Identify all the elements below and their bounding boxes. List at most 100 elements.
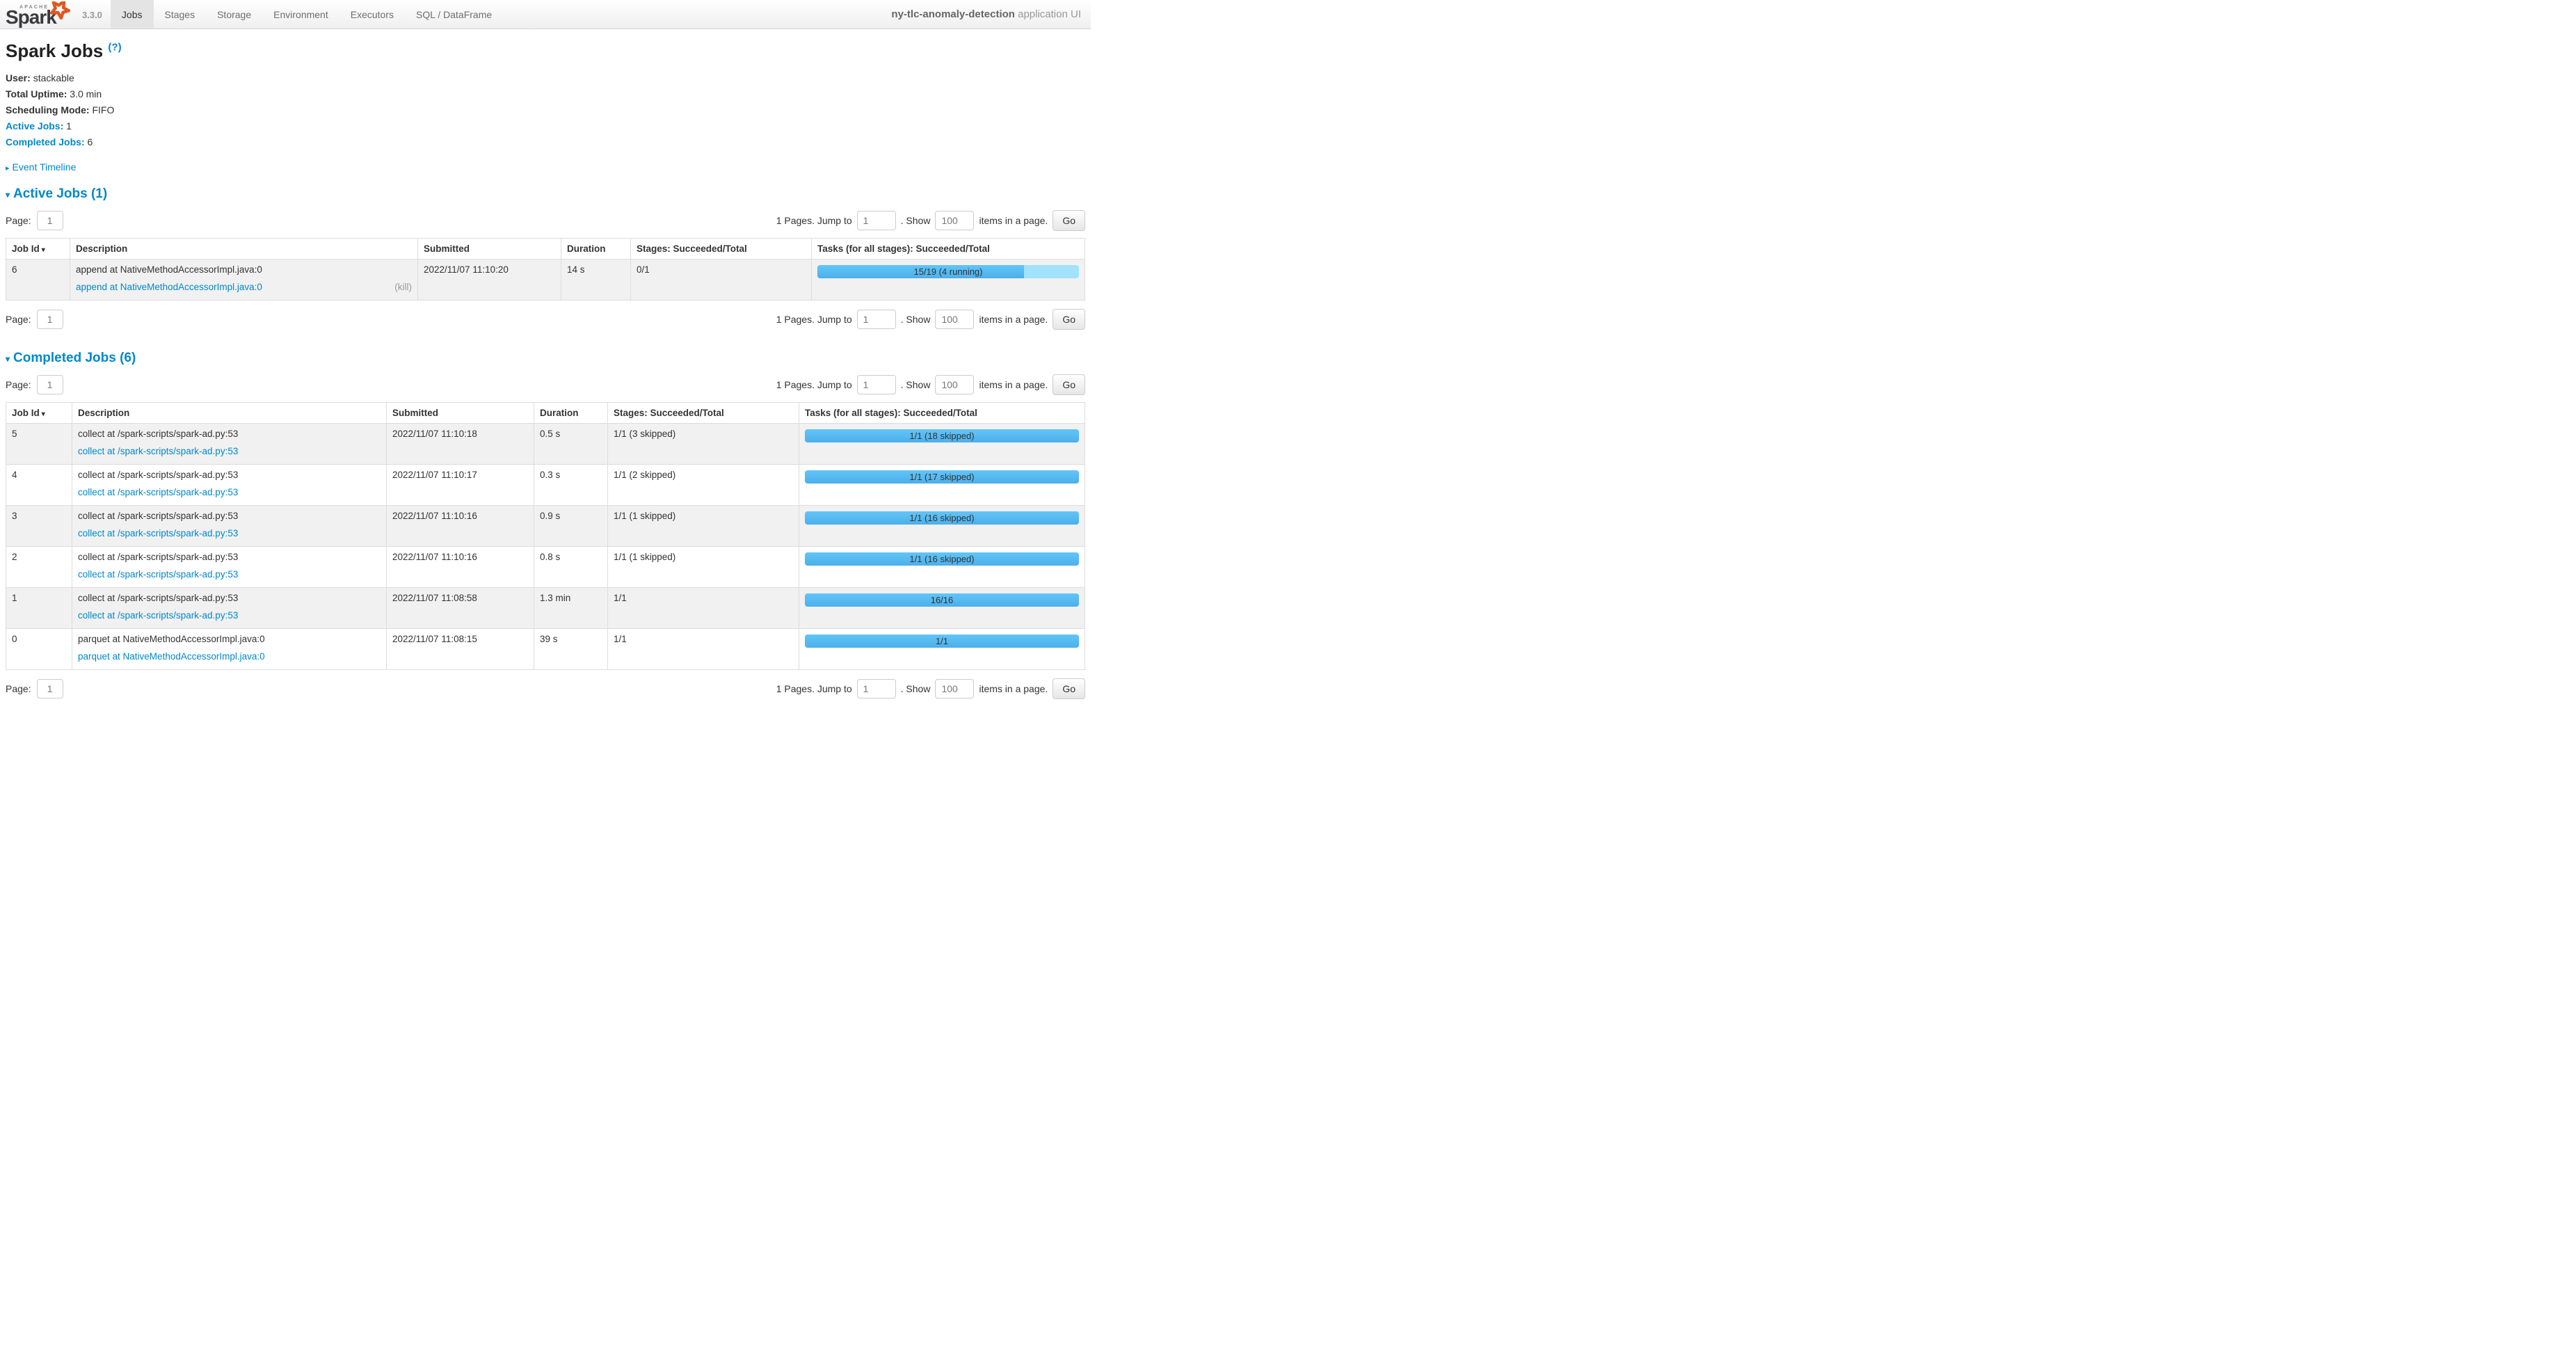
job-detail-link[interactable]: append at NativeMethodAccessorImpl.java:… (76, 282, 262, 292)
column-header-tasks[interactable]: Tasks (for all stages): Succeeded/Total (799, 402, 1085, 423)
items-per-page-input[interactable] (935, 679, 974, 699)
summary-uptime: Total Uptime: 3.0 min (6, 86, 1085, 102)
page-number-input[interactable] (37, 310, 63, 329)
submitted-cell: 2022/11/07 11:08:58 (387, 587, 534, 628)
job-id-cell: 6 (6, 259, 70, 300)
duration-cell: 0.3 s (534, 464, 608, 505)
tasks-progress-label: 15/19 (4 running) (817, 265, 1079, 278)
summary-scheduling-mode: Scheduling Mode: FIFO (6, 102, 1085, 118)
jump-to-input[interactable] (857, 679, 896, 699)
column-header-duration[interactable]: Duration (561, 238, 631, 259)
submitted-cell: 2022/11/07 11:10:16 (387, 505, 534, 546)
job-detail-link[interactable]: collect at /spark-scripts/spark-ad.py:53 (78, 446, 238, 456)
job-detail-link[interactable]: parquet at NativeMethodAccessorImpl.java… (78, 651, 265, 662)
tab-stages[interactable]: Stages (154, 0, 207, 29)
table-row: 6 append at NativeMethodAccessorImpl.jav… (6, 259, 1085, 300)
table-row: 4 collect at /spark-scripts/spark-ad.py:… (6, 464, 1085, 505)
page-title: Spark Jobs (?) (6, 40, 1085, 62)
page-number-input[interactable] (37, 211, 63, 230)
column-header-duration[interactable]: Duration (534, 402, 608, 423)
column-header-description[interactable]: Description (72, 402, 387, 423)
tab-jobs[interactable]: Jobs (111, 0, 154, 29)
stages-cell: 1/1 (1 skipped) (608, 546, 799, 587)
tasks-progress-bar: 1/1 (805, 634, 1079, 648)
active-jobs-link[interactable]: Active Jobs: (6, 120, 63, 131)
column-header-description[interactable]: Description (70, 238, 418, 259)
summary-active-jobs: Active Jobs: 1 (6, 118, 1085, 134)
spark-logo[interactable]: APACHE Spark (0, 0, 79, 29)
tasks-progress-label: 1/1 (18 skipped) (805, 429, 1079, 442)
page-number-input[interactable] (37, 375, 63, 394)
show-text: . Show (901, 379, 931, 390)
column-header-stages[interactable]: Stages: Succeeded/Total (631, 238, 812, 259)
job-detail-link[interactable]: collect at /spark-scripts/spark-ad.py:53 (78, 487, 238, 497)
duration-cell: 0.9 s (534, 505, 608, 546)
tasks-cell: 15/19 (4 running) (812, 259, 1085, 300)
table-row: 0 parquet at NativeMethodAccessorImpl.ja… (6, 628, 1085, 669)
tab-environment[interactable]: Environment (262, 0, 339, 29)
go-button[interactable]: Go (1053, 210, 1085, 231)
kill-link[interactable]: (kill) (394, 282, 412, 292)
description-cell: collect at /spark-scripts/spark-ad.py:53… (72, 587, 387, 628)
tasks-progress-label: 1/1 (16 skipped) (805, 552, 1079, 566)
description-cell: collect at /spark-scripts/spark-ad.py:53… (72, 464, 387, 505)
column-header-submitted[interactable]: Submitted (418, 238, 561, 259)
go-button[interactable]: Go (1053, 678, 1085, 699)
column-header-stages[interactable]: Stages: Succeeded/Total (608, 402, 799, 423)
job-detail-link[interactable]: collect at /spark-scripts/spark-ad.py:53 (78, 610, 238, 621)
completed-jobs-section-header[interactable]: ▾Completed Jobs (6) (6, 351, 136, 366)
jump-to-input[interactable] (857, 211, 896, 230)
page-number-input[interactable] (37, 679, 63, 699)
tasks-progress-bar: 1/1 (18 skipped) (805, 429, 1079, 442)
pages-jump-text: 1 Pages. Jump to (776, 215, 852, 226)
tasks-progress-bar: 1/1 (16 skipped) (805, 552, 1079, 566)
job-detail-link[interactable]: collect at /spark-scripts/spark-ad.py:53 (78, 569, 238, 580)
tab-executors[interactable]: Executors (339, 0, 405, 29)
event-timeline-toggle[interactable]: ▸Event Timeline (6, 161, 1085, 173)
job-summary: User: stackable Total Uptime: 3.0 min Sc… (6, 70, 1085, 150)
job-description: collect at /spark-scripts/spark-ad.py:53 (78, 552, 381, 562)
tab-storage[interactable]: Storage (206, 0, 262, 29)
sort-desc-icon: ▾ (42, 246, 45, 254)
items-per-page-input[interactable] (935, 375, 974, 394)
active-jobs-section-header[interactable]: ▾Active Jobs (1) (6, 186, 107, 202)
column-header-submitted[interactable]: Submitted (387, 402, 534, 423)
column-header-tasks[interactable]: Tasks (for all stages): Succeeded/Total (812, 238, 1085, 259)
nav-tabs: Jobs Stages Storage Environment Executor… (111, 0, 503, 29)
description-cell: collect at /spark-scripts/spark-ad.py:53… (72, 423, 387, 464)
pages-jump-text: 1 Pages. Jump to (776, 379, 852, 390)
items-text: items in a page. (979, 379, 1048, 390)
tasks-cell: 1/1 (18 skipped) (799, 423, 1085, 464)
job-description: append at NativeMethodAccessorImpl.java:… (76, 264, 412, 275)
job-description: collect at /spark-scripts/spark-ad.py:53 (78, 511, 381, 521)
chevron-right-icon: ▸ (6, 163, 10, 173)
go-button[interactable]: Go (1053, 309, 1085, 330)
job-id-cell: 3 (6, 505, 72, 546)
jump-to-input[interactable] (857, 375, 896, 394)
go-button[interactable]: Go (1053, 374, 1085, 395)
job-id-cell: 0 (6, 628, 72, 669)
column-header-job-id[interactable]: Job Id▾ (6, 402, 72, 423)
summary-user: User: stackable (6, 70, 1085, 86)
completed-jobs-link[interactable]: Completed Jobs: (6, 136, 85, 147)
stages-cell: 1/1 (3 skipped) (608, 423, 799, 464)
tasks-progress-label: 1/1 (16 skipped) (805, 511, 1079, 525)
tasks-progress-bar: 16/16 (805, 593, 1079, 607)
job-id-cell: 1 (6, 587, 72, 628)
tab-sql-dataframe[interactable]: SQL / DataFrame (405, 0, 503, 29)
help-icon[interactable]: (?) (108, 41, 121, 53)
submitted-cell: 2022/11/07 11:10:20 (418, 259, 561, 300)
tasks-cell: 1/1 (799, 628, 1085, 669)
jump-to-input[interactable] (857, 310, 896, 329)
table-row: 1 collect at /spark-scripts/spark-ad.py:… (6, 587, 1085, 628)
tasks-progress-label: 1/1 (805, 634, 1079, 648)
items-per-page-input[interactable] (935, 310, 974, 329)
items-per-page-input[interactable] (935, 211, 974, 230)
spark-version: 3.3.0 (82, 10, 102, 29)
completed-jobs-pager-top: Page: 1 Pages. Jump to . Show items in a… (6, 374, 1085, 395)
job-id-cell: 4 (6, 464, 72, 505)
tasks-progress-bar: 1/1 (16 skipped) (805, 511, 1079, 525)
column-header-job-id[interactable]: Job Id▾ (6, 238, 70, 259)
table-row: 2 collect at /spark-scripts/spark-ad.py:… (6, 546, 1085, 587)
job-detail-link[interactable]: collect at /spark-scripts/spark-ad.py:53 (78, 528, 238, 538)
